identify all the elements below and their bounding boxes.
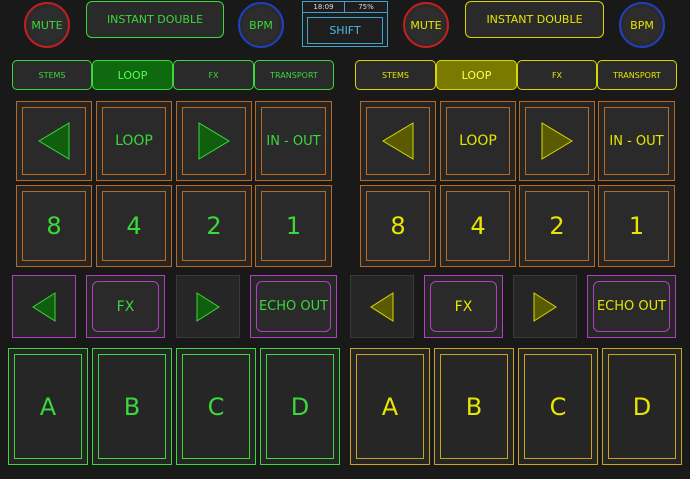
right-beat-1-button[interactable]: 1 [598,185,675,267]
triangle-right-icon [198,122,230,160]
triangle-right-icon [196,291,220,322]
left-tab-loop[interactable]: LOOP [92,60,173,90]
right-tab-stems-label: STEMS [382,70,409,80]
right-mute-label: MUTE [410,18,442,32]
left-tab-loop-label: LOOP [117,68,148,82]
left-tab-stems[interactable]: STEMS [12,60,92,90]
left-tab-fx-label: FX [208,70,219,80]
right-beat-label: 8 [390,212,406,240]
right-in-out-label: IN - OUT [609,133,664,149]
right-cue-label: B [465,392,483,421]
right-beat-8-button[interactable]: 8 [360,185,436,267]
right-echo-out-button[interactable]: ECHO OUT [587,275,676,338]
left-cue-a-button[interactable]: A [8,348,88,465]
left-fx-next-button[interactable] [176,275,240,338]
left-tab-transport[interactable]: TRANSPORT [254,60,334,90]
right-tab-fx-label: FX [551,70,563,80]
triangle-left-icon [32,291,56,322]
right-cue-a-button[interactable]: A [350,348,430,465]
left-mute-button[interactable]: MUTE [24,2,70,48]
left-cue-label: D [290,392,310,421]
left-loop-forward-button[interactable] [176,101,252,181]
triangle-right-icon [533,291,557,322]
left-instant-double-button[interactable]: INSTANT DOUBLE [86,1,224,38]
right-cue-label: C [549,392,567,421]
left-in-out-button[interactable]: IN - OUT [255,101,332,181]
right-cue-label: D [632,392,652,421]
right-instant-double-button[interactable]: INSTANT DOUBLE [465,1,604,38]
shift-button[interactable]: SHIFT [307,17,383,44]
right-cue-label: A [381,392,399,421]
right-tab-fx[interactable]: FX [517,60,597,90]
right-fx-button[interactable]: FX [424,275,503,338]
right-mute-button[interactable]: MUTE [403,2,449,48]
left-cue-label: B [123,392,141,421]
left-loop-back-button[interactable] [16,101,92,181]
right-fx-prev-button[interactable] [350,275,414,338]
left-beat-label: 1 [285,212,302,240]
right-bpm-button[interactable]: BPM [619,2,665,48]
left-loop-label: LOOP [115,133,153,149]
right-loop-forward-button[interactable] [519,101,595,181]
left-tab-stems-label: STEMS [38,70,66,80]
right-cue-b-button[interactable]: B [434,348,514,465]
triangle-right-icon [541,122,573,160]
shift-label: SHIFT [329,24,361,37]
right-fx-next-button[interactable] [513,275,577,338]
right-tab-transport[interactable]: TRANSPORT [597,60,677,90]
right-loop-back-button[interactable] [360,101,436,181]
left-beat-2-button[interactable]: 2 [176,185,252,267]
right-beat-label: 1 [628,212,645,240]
left-echo-out-button[interactable]: ECHO OUT [250,275,337,338]
left-fx-label: FX [116,298,135,315]
left-tab-fx[interactable]: FX [173,60,254,90]
triangle-left-icon [370,291,394,322]
triangle-left-icon [382,122,414,160]
left-tab-transport-label: TRANSPORT [270,70,318,80]
left-cue-c-button[interactable]: C [176,348,256,465]
left-bpm-label: BPM [249,18,273,32]
right-loop-label: LOOP [459,133,497,149]
right-loop-button[interactable]: LOOP [440,101,516,181]
left-cue-label: C [207,392,225,421]
status-battery: 75% [345,2,387,13]
left-fx-button[interactable]: FX [86,275,165,338]
right-beat-2-button[interactable]: 2 [519,185,595,267]
right-instant-double-label: INSTANT DOUBLE [486,13,583,26]
right-in-out-button[interactable]: IN - OUT [598,101,675,181]
triangle-left-icon [38,122,70,160]
left-fx-prev-button[interactable] [12,275,76,338]
right-fx-label: FX [454,298,473,315]
right-echo-out-label: ECHO OUT [596,299,667,314]
right-tab-transport-label: TRANSPORT [613,70,661,80]
left-beat-8-button[interactable]: 8 [16,185,92,267]
left-beat-label: 2 [206,212,222,240]
left-beat-1-button[interactable]: 1 [255,185,332,267]
right-cue-d-button[interactable]: D [602,348,682,465]
left-instant-double-label: INSTANT DOUBLE [106,13,204,26]
left-echo-out-label: ECHO OUT [258,299,329,314]
right-beat-label: 4 [470,212,486,240]
left-beat-label: 4 [126,212,142,240]
left-beat-label: 8 [46,212,62,240]
left-bpm-button[interactable]: BPM [238,2,284,48]
left-in-out-label: IN - OUT [266,133,321,149]
right-tab-stems[interactable]: STEMS [355,60,436,90]
right-tab-loop-label: LOOP [461,68,492,82]
right-tab-loop[interactable]: LOOP [436,60,517,90]
left-cue-label: A [39,392,57,421]
right-beat-4-button[interactable]: 4 [440,185,516,267]
right-beat-label: 2 [549,212,565,240]
left-beat-4-button[interactable]: 4 [96,185,172,267]
left-cue-b-button[interactable]: B [92,348,172,465]
right-bpm-label: BPM [630,18,654,32]
left-mute-label: MUTE [31,18,63,32]
left-loop-button[interactable]: LOOP [96,101,172,181]
right-cue-c-button[interactable]: C [518,348,598,465]
status-panel: 18:09 75% SHIFT [302,1,388,47]
left-cue-d-button[interactable]: D [260,348,340,465]
status-time: 18:09 [303,2,345,13]
